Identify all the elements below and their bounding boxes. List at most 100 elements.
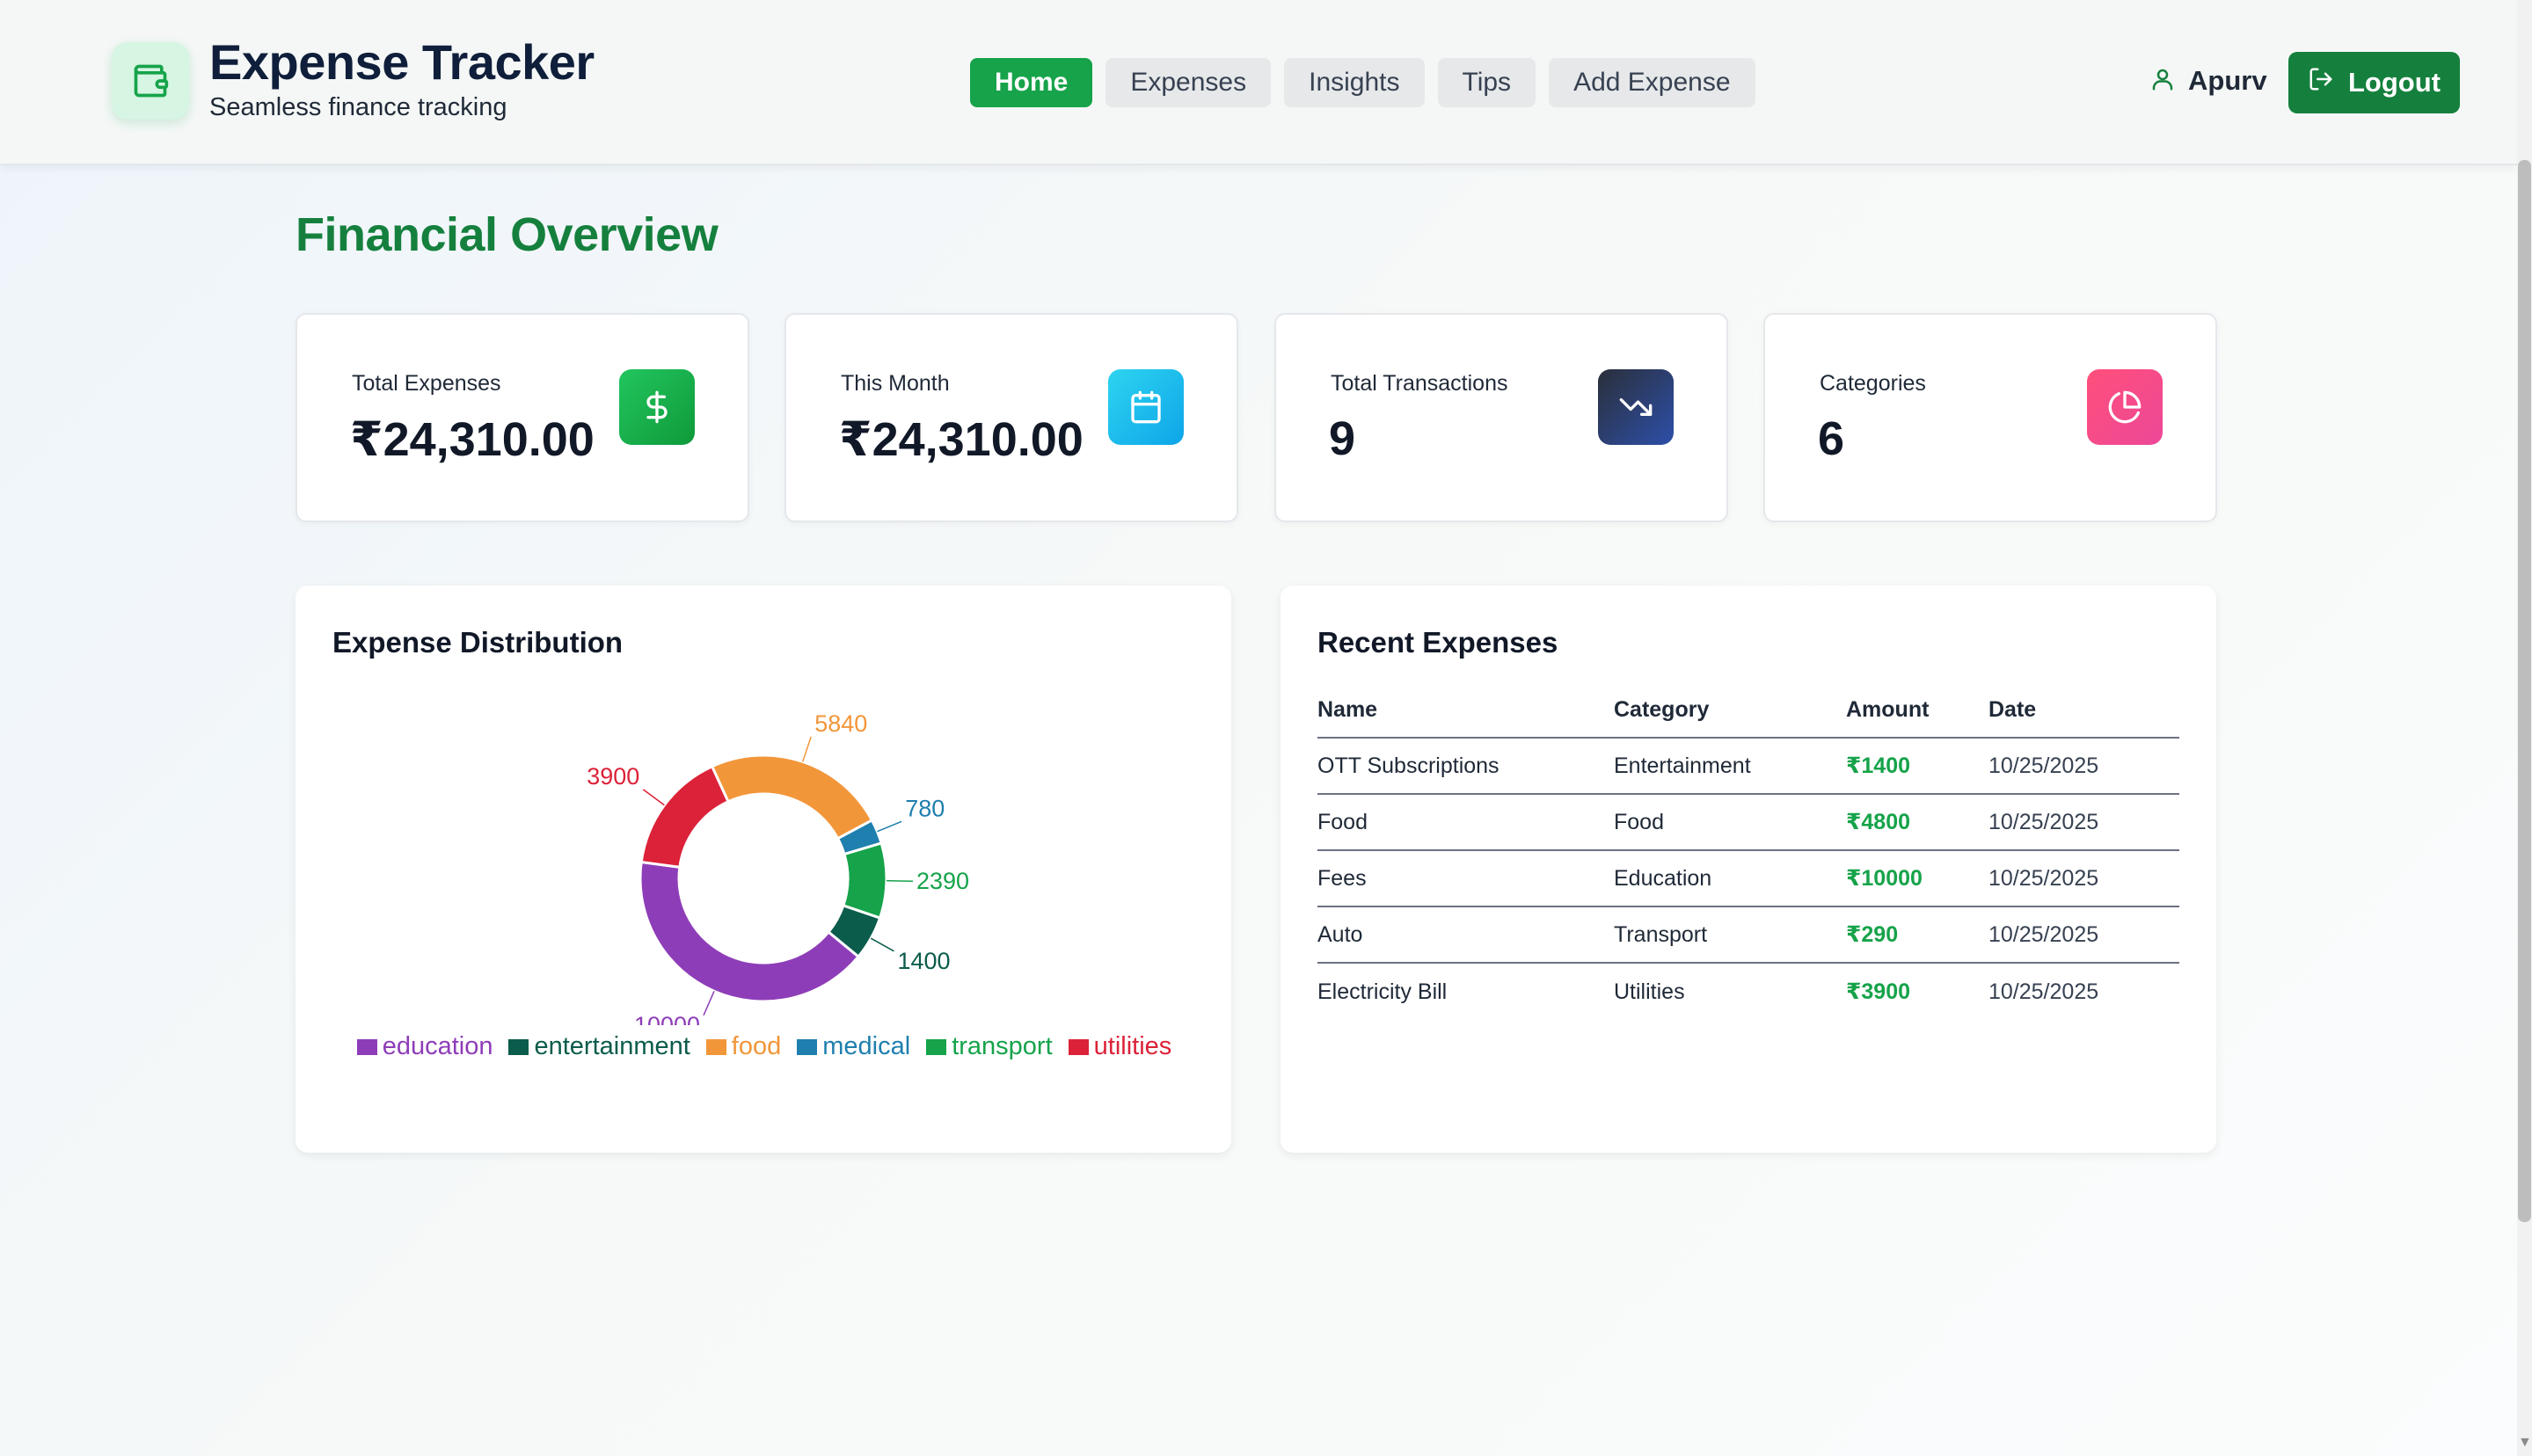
legend-item-education[interactable]: education xyxy=(356,1032,493,1061)
card-label: Categories xyxy=(1820,371,1926,396)
legend-swatch xyxy=(356,1038,377,1055)
cell-amount: ₹4800 xyxy=(1846,810,1911,834)
column-header[interactable]: Name xyxy=(1317,697,1614,723)
user-profile[interactable]: Apurv xyxy=(2149,65,2267,97)
legend-swatch xyxy=(705,1038,726,1055)
cell-amount: ₹290 xyxy=(1846,922,1899,947)
nav-insights[interactable]: Insights xyxy=(1284,58,1425,107)
cell-name: Fees xyxy=(1317,865,1367,891)
label-line-medical xyxy=(877,820,902,833)
user-icon xyxy=(2149,66,2176,97)
donut-slice-food[interactable] xyxy=(710,753,874,841)
main-nav: Home Expenses Insights Tips Add Expense xyxy=(970,58,1755,107)
label-line-education xyxy=(703,991,715,1016)
legend-label: food xyxy=(731,1032,782,1060)
app-header: Expense Tracker Seamless finance trackin… xyxy=(0,0,2517,165)
cell-category: Food xyxy=(1614,809,1664,834)
legend-label: medical xyxy=(822,1032,911,1060)
cell-name: Auto xyxy=(1317,921,1363,947)
card-value: 9 xyxy=(1329,412,1356,465)
column-header[interactable]: Date xyxy=(1988,697,2179,723)
cell-name: Electricity Bill xyxy=(1317,979,1448,1004)
donut-chart: 5840 780 2390 1400 10000 3900 xyxy=(587,710,969,1025)
label-line-utilities xyxy=(642,789,665,806)
card-total-transactions: Total Transactions 9 xyxy=(1274,313,1728,522)
cell-date: 10/25/2025 xyxy=(1988,753,2099,778)
cell-date: 10/25/2025 xyxy=(1988,979,2099,1004)
card-value: ₹24,310.00 xyxy=(839,413,1084,466)
legend-label: transport xyxy=(952,1032,1053,1060)
logout-icon xyxy=(2308,66,2334,99)
label-line-food xyxy=(801,736,812,762)
label-line-transport xyxy=(886,879,913,882)
cell-category: Entertainment xyxy=(1614,753,1751,778)
legend-swatch xyxy=(797,1038,818,1055)
wallet-icon[interactable] xyxy=(112,42,189,120)
table-row[interactable]: Fees Education ₹10000 10/25/2025 xyxy=(1317,851,2179,907)
column-header[interactable]: Amount xyxy=(1846,697,1988,723)
data-label-food: 5840 xyxy=(814,710,867,737)
data-label-medical: 780 xyxy=(905,795,945,821)
app-title: Expense Tracker xyxy=(209,34,595,90)
cell-amount: ₹3900 xyxy=(1846,979,1911,1004)
calendar-icon xyxy=(1108,369,1184,445)
label-line-entertainment xyxy=(870,937,894,952)
expense-distribution-panel: Expense Distribution 5840 780 2390 1400 1000… xyxy=(296,586,1231,1153)
legend-item-utilities[interactable]: utilities xyxy=(1068,1032,1172,1061)
cell-amount: ₹1400 xyxy=(1846,753,1911,778)
user-name: Apurv xyxy=(2188,65,2267,96)
column-header[interactable]: Category xyxy=(1614,697,1846,723)
card-label: Total Expenses xyxy=(352,371,501,396)
legend-label: education xyxy=(382,1032,493,1060)
card-label: This Month xyxy=(841,371,950,396)
legend-item-medical[interactable]: medical xyxy=(797,1032,910,1061)
data-label-utilities: 3900 xyxy=(587,763,639,790)
legend-item-transport[interactable]: transport xyxy=(926,1032,1053,1061)
cell-date: 10/25/2025 xyxy=(1988,809,2099,834)
pie-chart-icon xyxy=(2087,369,2163,445)
recent-expenses-table: Name Category Amount Date OTT Subscripti… xyxy=(1317,682,2179,1020)
legend-swatch xyxy=(1068,1038,1089,1055)
trending-down-icon xyxy=(1598,369,1674,445)
cell-category: Education xyxy=(1614,865,1712,891)
cell-category: Utilities xyxy=(1614,979,1685,1004)
card-label: Total Transactions xyxy=(1331,371,1508,396)
table-row[interactable]: Food Food ₹4800 10/25/2025 xyxy=(1317,795,2179,851)
scrollbar-thumb[interactable] xyxy=(2518,160,2531,1222)
cell-name: OTT Subscriptions xyxy=(1317,753,1499,778)
page: Expense Tracker Seamless finance trackin… xyxy=(0,0,2532,1456)
table-row[interactable]: Auto Transport ₹290 10/25/2025 xyxy=(1317,907,2179,964)
scroll-down-arrow-icon[interactable]: ▼ xyxy=(2518,1435,2532,1452)
cell-date: 10/25/2025 xyxy=(1988,865,2099,891)
donut-slice-utilities[interactable] xyxy=(639,764,730,869)
app-subtitle: Seamless finance tracking xyxy=(209,93,507,121)
data-label-transport: 2390 xyxy=(916,868,969,894)
legend-swatch xyxy=(926,1038,947,1055)
logout-button[interactable]: Logout xyxy=(2288,52,2460,113)
legend-item-entertainment[interactable]: entertainment xyxy=(508,1032,690,1061)
card-this-month: This Month ₹24,310.00 xyxy=(784,313,1238,522)
table-row[interactable]: OTT Subscriptions Entertainment ₹1400 10… xyxy=(1317,739,2179,795)
recent-expenses-panel: Recent Expenses Name Category Amount Dat… xyxy=(1281,586,2216,1153)
dollar-icon xyxy=(619,369,695,445)
donut-slice-education[interactable] xyxy=(638,860,861,1003)
nav-add-expense[interactable]: Add Expense xyxy=(1549,58,1755,107)
card-total-expenses: Total Expenses ₹24,310.00 xyxy=(296,313,749,522)
legend-swatch xyxy=(508,1038,529,1055)
logout-label: Logout xyxy=(2347,67,2441,98)
card-value: 6 xyxy=(1818,412,1845,465)
panel-title: Recent Expenses xyxy=(1317,626,1558,659)
legend-label: utilities xyxy=(1093,1032,1172,1060)
legend-label: entertainment xyxy=(534,1032,690,1060)
cell-amount: ₹10000 xyxy=(1846,866,1923,891)
nav-expenses[interactable]: Expenses xyxy=(1105,58,1272,107)
nav-home[interactable]: Home xyxy=(970,58,1093,107)
cell-category: Transport xyxy=(1614,921,1708,947)
card-categories: Categories 6 xyxy=(1763,313,2217,522)
table-row[interactable]: Electricity Bill Utilities ₹3900 10/25/2… xyxy=(1317,964,2179,1020)
page-title: Financial Overview xyxy=(296,208,719,261)
nav-tips[interactable]: Tips xyxy=(1437,58,1536,107)
legend-item-food[interactable]: food xyxy=(705,1032,782,1061)
data-label-entertainment: 1400 xyxy=(897,948,950,974)
cell-date: 10/25/2025 xyxy=(1988,921,2099,947)
